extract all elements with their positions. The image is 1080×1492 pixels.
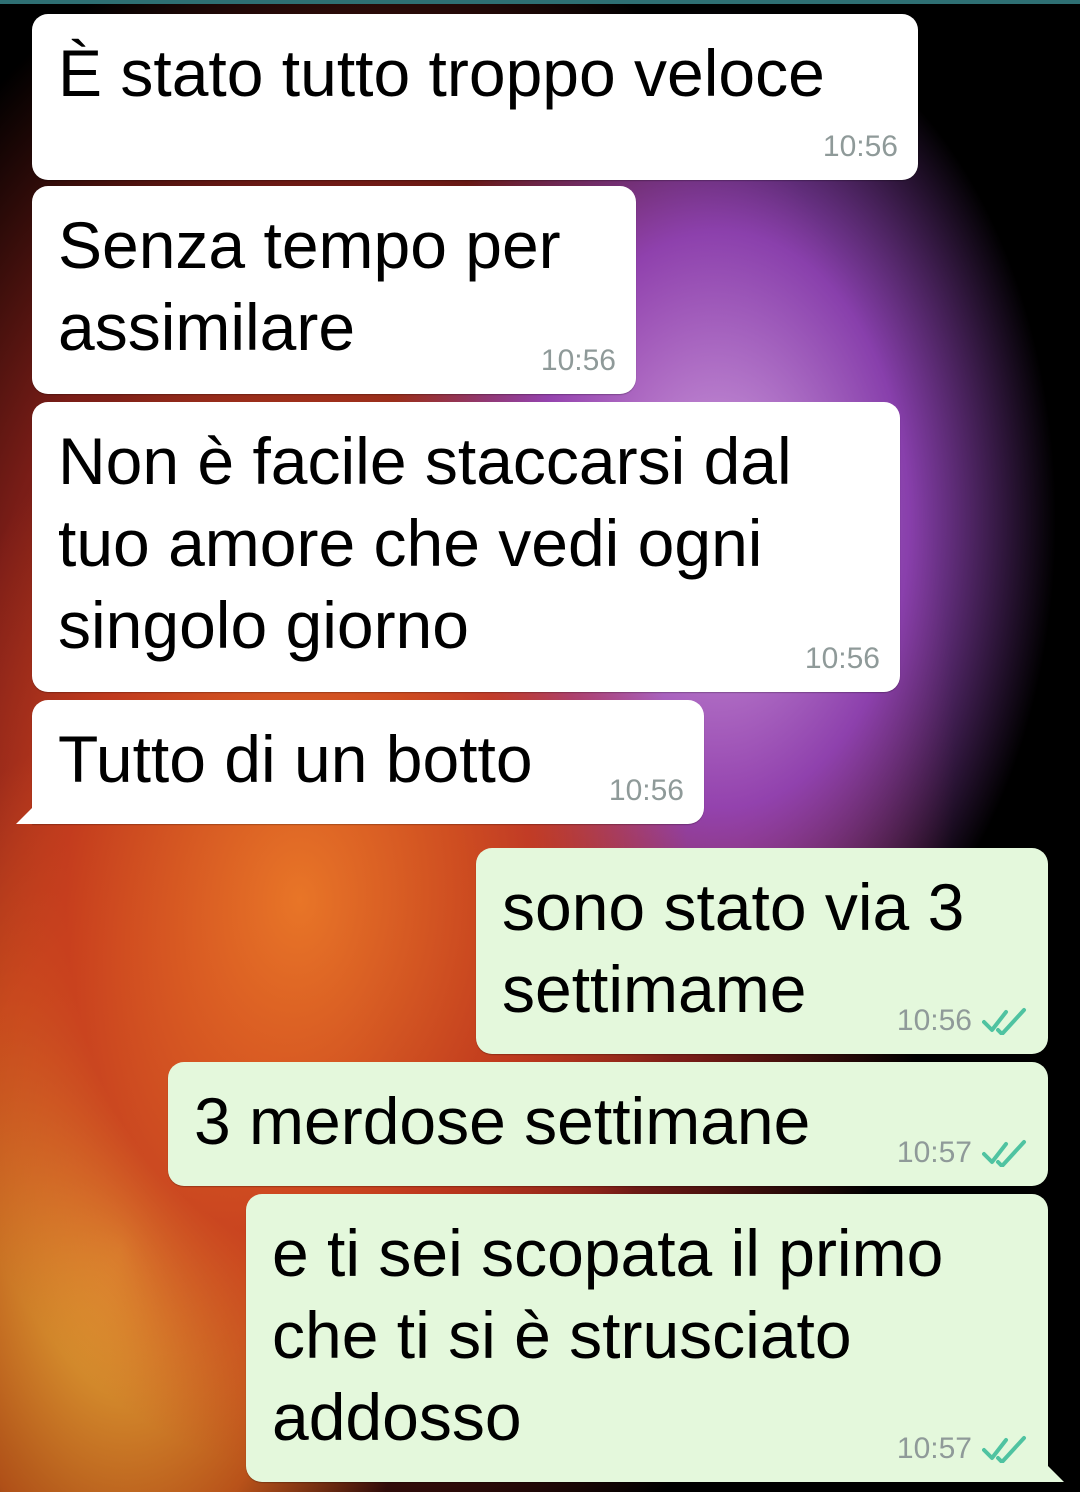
message-meta: 10:56 — [609, 774, 684, 808]
message-meta: 10:56 — [541, 344, 616, 378]
message-bubble-outgoing[interactable]: 3 merdose settimane 10:57 — [168, 1062, 1048, 1186]
message-text: Senza tempo per assimilare — [58, 208, 561, 364]
message-bubble-outgoing[interactable]: e ti sei scopata il primo che ti si è st… — [246, 1194, 1064, 1482]
message-bubble-incoming[interactable]: Senza tempo per assimilare 10:56 — [32, 186, 636, 394]
message-bubble-incoming[interactable]: È stato tutto troppo veloce 10:56 — [32, 14, 918, 180]
message-bubble-outgoing[interactable]: sono stato via 3 settimame 10:56 — [476, 848, 1048, 1054]
bubble-tail — [16, 804, 36, 824]
message-meta: 10:56 — [823, 130, 898, 164]
message-bubble-incoming[interactable]: Non è facile staccarsi dal tuo amore che… — [32, 402, 900, 692]
message-text: e ti sei scopata il primo che ti si è st… — [272, 1216, 944, 1454]
status-bar-edge — [0, 0, 1080, 4]
message-meta: 10:56 — [805, 642, 880, 676]
message-time: 10:57 — [896, 1136, 972, 1169]
message-time: 10:57 — [896, 1432, 972, 1465]
message-bubble-incoming[interactable]: Tutto di un botto 10:56 — [16, 700, 704, 824]
message-meta: 10:57 — [897, 1432, 1028, 1466]
message-time: 10:56 — [608, 774, 684, 807]
message-time: 10:56 — [540, 344, 616, 377]
double-check-icon — [982, 1140, 1026, 1167]
message-meta: 10:57 — [897, 1136, 1028, 1170]
bubble-tail — [1044, 1462, 1064, 1482]
message-time: 10:56 — [896, 1004, 972, 1037]
double-check-icon — [982, 1008, 1026, 1035]
message-text: Tutto di un botto — [58, 722, 533, 796]
double-check-icon — [982, 1436, 1026, 1463]
message-text: È stato tutto troppo veloce — [58, 36, 825, 110]
message-text: Non è facile staccarsi dal tuo amore che… — [58, 424, 792, 662]
message-meta: 10:56 — [897, 1004, 1028, 1038]
message-time: 10:56 — [804, 642, 880, 675]
message-time: 10:56 — [822, 130, 898, 163]
